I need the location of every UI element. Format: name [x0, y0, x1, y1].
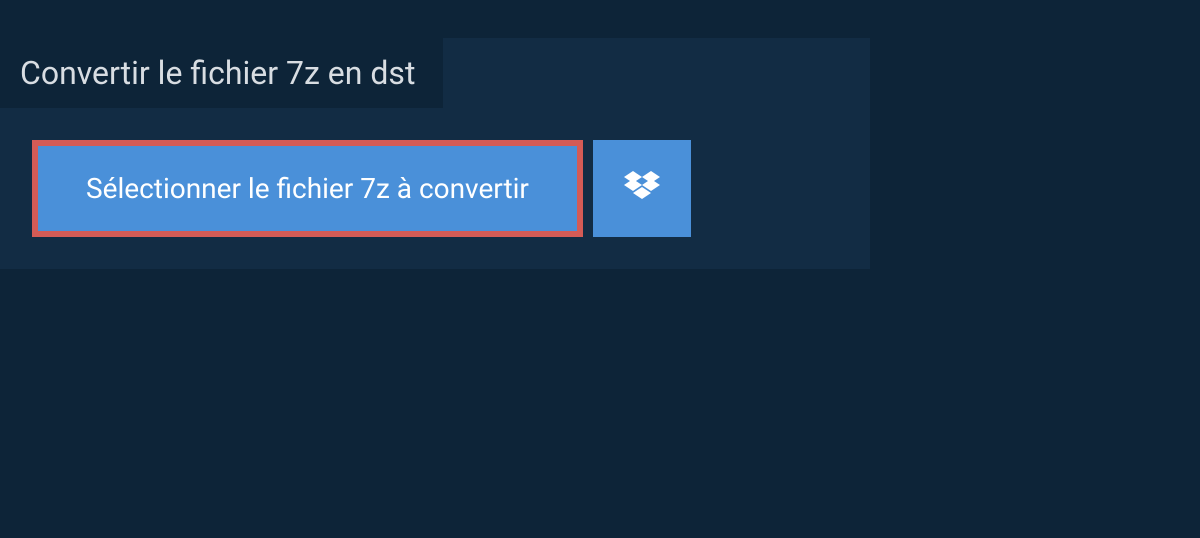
title-tab: Convertir le fichier 7z en dst	[0, 38, 443, 108]
button-row: Sélectionner le fichier 7z à convertir	[32, 140, 870, 237]
page-title: Convertir le fichier 7z en dst	[20, 54, 415, 92]
dropbox-icon	[624, 171, 660, 207]
select-file-button[interactable]: Sélectionner le fichier 7z à convertir	[32, 140, 583, 237]
select-file-label: Sélectionner le fichier 7z à convertir	[86, 172, 529, 205]
converter-panel: Convertir le fichier 7z en dst Sélection…	[0, 38, 870, 269]
dropbox-button[interactable]	[593, 140, 691, 237]
